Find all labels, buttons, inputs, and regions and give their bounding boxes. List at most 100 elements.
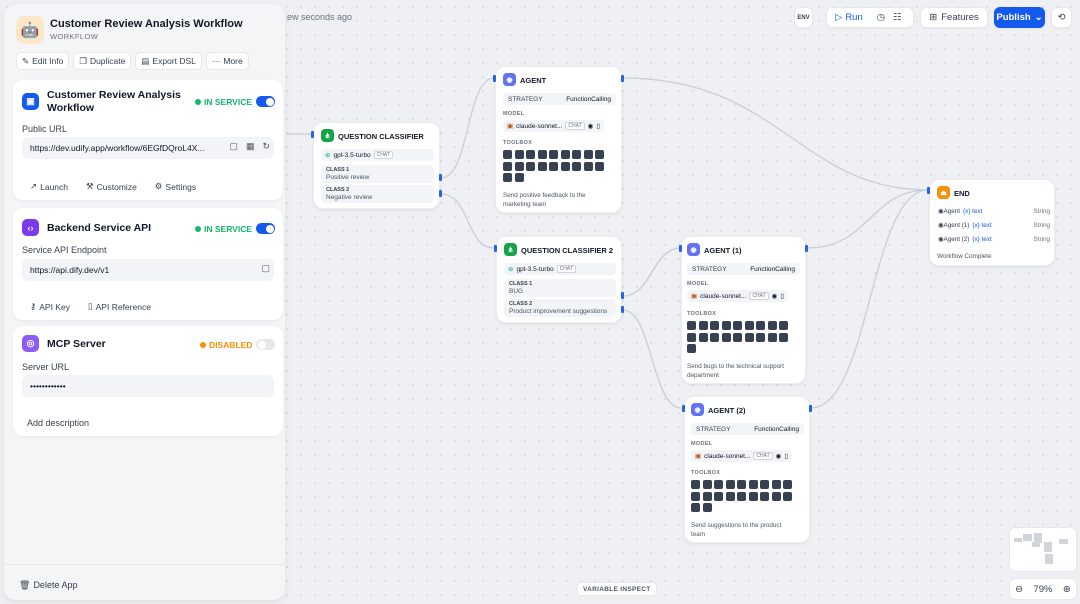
zoom-out-icon[interactable]: ⊖ (1015, 584, 1023, 595)
tool-icon (572, 161, 581, 171)
tool-icon (560, 150, 570, 159)
api-toggle[interactable] (256, 223, 275, 234)
tool-icon (583, 150, 593, 159)
tool-icon (725, 491, 735, 501)
mcp-card: ◎ MCP Server DISABLED Server URL •••••••… (13, 326, 283, 436)
output-port[interactable] (621, 75, 624, 82)
input-port[interactable] (311, 131, 314, 138)
mcp-toggle[interactable] (256, 339, 275, 350)
node-agent-1[interactable]: ◉ AGENT (1) STRATEGY FunctionCalling MODE… (681, 236, 806, 384)
copy-icon[interactable]: ▢ (261, 263, 270, 274)
tool-icon (537, 161, 547, 171)
run-button[interactable]: ▷ Run (835, 12, 863, 23)
webapp-toggle[interactable] (256, 96, 275, 107)
file-icon: ▯ (596, 123, 600, 130)
file-icon: ▯ (780, 293, 784, 300)
checklist-icon[interactable]: ☷ (893, 12, 902, 23)
tool-icon (760, 480, 769, 489)
add-description[interactable]: Add description (27, 418, 89, 428)
tool-icon (779, 321, 788, 330)
toolbox-label: TOOLBOX (691, 470, 721, 476)
zoom-in-icon[interactable]: ⊕ (1063, 584, 1071, 595)
output-port[interactable] (621, 306, 624, 313)
public-url-label: Public URL (22, 124, 68, 134)
settings-link[interactable]: ⚙ Settings (155, 181, 196, 192)
class-2: CLASS 2 Product improvement suggestions (504, 299, 616, 317)
api-reference-link[interactable]: ▯ API Reference (88, 301, 151, 312)
history-run-icon[interactable]: ◷ (877, 12, 885, 23)
app-publish-panel: 🤖 Customer Review Analysis Workflow WORK… (4, 4, 285, 600)
external-link-icon: ↗ (30, 181, 38, 191)
tool-icon (756, 321, 765, 330)
input-port[interactable] (679, 245, 682, 252)
output-row: ◉ Agent (1) {x} text String (938, 222, 1050, 229)
zoom-level[interactable]: 79% (1033, 584, 1052, 595)
launch-link[interactable]: ↗ Launch (30, 181, 68, 192)
tool-icon (560, 161, 570, 171)
node-question-classifier[interactable]: ⋔ QUESTION CLASSIFIER ⊛ gpt-3.5-turbo CHAT… (313, 122, 440, 209)
output-port[interactable] (439, 174, 442, 181)
export-dsl-button[interactable]: ▤ Export DSL (135, 52, 202, 70)
tool-icon (698, 332, 708, 342)
customize-link[interactable]: ⚒ Customize (86, 181, 137, 192)
classifier-icon: ⋔ (504, 243, 517, 256)
strategy-row: STRATEGY FunctionCalling (687, 263, 800, 275)
minimap[interactable] (1009, 527, 1077, 572)
variable-inspect-button[interactable]: VARIABLE INSPECT (577, 582, 657, 596)
tool-icon (733, 332, 742, 342)
tool-icon (744, 332, 754, 342)
class-1: CLASS 1 BUG (504, 279, 616, 297)
output-port[interactable] (439, 190, 442, 197)
output-port[interactable] (805, 245, 808, 252)
tool-icon (710, 332, 719, 342)
tool-icon (691, 480, 700, 489)
qrcode-icon[interactable]: ▦ (246, 141, 255, 152)
app-icon: 🤖 (16, 16, 44, 44)
toolbox (503, 150, 604, 182)
api-key-link[interactable]: ⚷ API Key (30, 301, 70, 312)
version-history-button[interactable]: ⟲ (1051, 7, 1072, 28)
tool-icon (714, 480, 723, 489)
input-port[interactable] (927, 187, 930, 194)
toolbox (691, 480, 792, 512)
input-port[interactable] (494, 245, 497, 252)
features-button[interactable]: ⊞ Features (920, 7, 988, 28)
input-port[interactable] (682, 405, 685, 412)
copy-icon[interactable]: ▢ (229, 141, 238, 152)
tool-icon (767, 321, 777, 330)
tool-icon (514, 161, 524, 171)
node-agent-2[interactable]: ◉ AGENT (2) STRATEGY FunctionCalling MODE… (684, 396, 810, 543)
app-header: 🤖 Customer Review Analysis Workflow WORK… (16, 14, 276, 50)
tool-icon (760, 491, 769, 501)
publish-button[interactable]: Publish ⌄ (994, 7, 1045, 28)
eye-icon: ◉ (587, 123, 594, 130)
node-question-classifier-2[interactable]: ⋔ QUESTION CLASSIFIER 2 ⊛ gpt-3.5-turbo CH… (496, 236, 622, 323)
output-port[interactable] (809, 405, 812, 412)
tool-icon (691, 491, 700, 501)
refresh-icon[interactable]: ↻ (262, 141, 270, 152)
delete-app-button[interactable]: 🗑 Delete App (19, 580, 77, 591)
anthropic-icon: ▣ (507, 123, 514, 130)
node-end[interactable]: ⏏ END ◉ Agent {x} text String ◉ Agent (1) {x}… (929, 179, 1055, 266)
output-port[interactable] (621, 292, 624, 299)
tool-icon (783, 480, 792, 489)
node-agent[interactable]: ◉ AGENT STRATEGY FunctionCalling MODEL ▣ c… (495, 66, 622, 213)
input-port[interactable] (493, 75, 496, 82)
tool-icon (595, 150, 604, 159)
tool-icon (737, 480, 746, 489)
mcp-title: MCP Server (47, 338, 106, 350)
tool-icon (702, 503, 712, 512)
api-title: Backend Service API (47, 222, 152, 234)
tool-icon (779, 332, 788, 342)
run-group: ▷ Run ◷ ☷ (826, 7, 914, 28)
env-button[interactable]: ENV (794, 7, 813, 28)
model-row: ▣ claude-sonnet... CHAT ◉ ▯ (691, 450, 792, 462)
more-button[interactable]: ··· More (205, 52, 249, 70)
edit-info-button[interactable]: ✎ Edit Info (16, 52, 70, 70)
file-export-icon: ▤ (141, 55, 150, 66)
node-description: Send suggestions to the product team (691, 522, 782, 538)
mcp-status: DISABLED (200, 340, 252, 350)
divider (4, 564, 285, 565)
model-label: MODEL (687, 281, 709, 287)
duplicate-button[interactable]: ❐ Duplicate (73, 52, 132, 70)
